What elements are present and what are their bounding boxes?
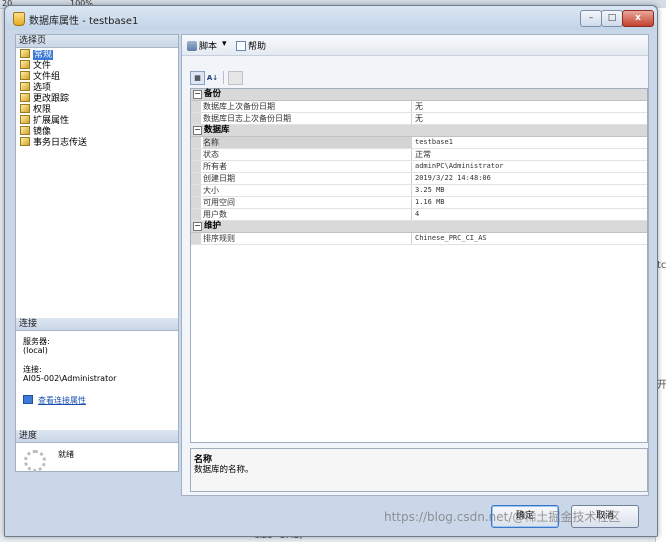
property-pages-icon[interactable] [228, 71, 243, 85]
property-name: 用户数 [203, 209, 412, 220]
script-icon [187, 41, 197, 51]
background-fragment: tc [657, 260, 666, 271]
page-item-options[interactable]: 选项 [20, 82, 178, 93]
property-value: testbase1 [415, 138, 453, 146]
property-name: 排序规则 [203, 233, 412, 244]
property-value: Chinese_PRC_CI_AS [415, 234, 487, 242]
property-name: 可用空间 [203, 197, 412, 208]
property-name: 数据库上次备份日期 [203, 101, 412, 112]
page-item-filegroups[interactable]: 文件组 [20, 71, 178, 82]
property-value: 2019/3/22 14:48:06 [415, 174, 491, 182]
property-row[interactable]: 创建日期 2019/3/22 14:48:06 [191, 173, 647, 185]
property-value: 3.25 MB [415, 186, 445, 194]
page-icon [20, 93, 30, 102]
property-name: 名称 [203, 137, 412, 148]
property-name: 数据库日志上次备份日期 [203, 113, 412, 124]
property-name: 所有者 [203, 161, 412, 172]
page-item-files[interactable]: 文件 [20, 60, 178, 71]
category-database[interactable]: − 数据库 [191, 125, 647, 137]
connection-header: 连接 [16, 318, 178, 331]
database-icon [13, 12, 25, 26]
page-icon [20, 71, 30, 80]
toolbar-divider [223, 71, 224, 84]
category-maintenance[interactable]: − 维护 [191, 221, 647, 233]
connection-value: AI05-002\Administrator [23, 374, 117, 383]
page-item-permissions[interactable]: 权限 [20, 104, 178, 115]
property-grid: − 备份 数据库上次备份日期无 数据库日志上次备份日期无 − 数据库 名称 testb… [190, 88, 648, 443]
property-value: 无 [415, 114, 423, 123]
help-button[interactable]: 帮助 [236, 39, 266, 52]
select-page-header: 选择页 [16, 35, 178, 48]
title-bar[interactable]: 数据库属性 - testbase1 – □ x [5, 6, 657, 30]
left-panel: 选择页 常规 文件 文件组 选项 更改跟踪 权限 扩展属性 镜像 事务日志传送 … [15, 34, 179, 472]
page-icon [20, 49, 30, 58]
connection-section: 连接 服务器: (local) 连接: AI05-002\Administrat… [16, 318, 178, 405]
maximize-button[interactable]: □ [601, 10, 623, 27]
page-icon [20, 126, 30, 135]
category-backup[interactable]: − 备份 [191, 89, 647, 101]
property-value: 4 [415, 210, 420, 218]
collapse-icon[interactable]: − [193, 126, 202, 135]
page-icon [20, 115, 30, 124]
page-item-change-tracking[interactable]: 更改跟踪 [20, 93, 178, 104]
page-icon [20, 60, 30, 69]
property-value: 无 [415, 102, 423, 111]
window-title: 数据库属性 - testbase1 [29, 16, 139, 27]
property-value: adminPC\Administrator [415, 162, 504, 170]
collapse-icon[interactable]: − [193, 222, 202, 231]
help-icon [236, 41, 246, 51]
progress-status: 就绪 [58, 450, 74, 459]
property-value: 1.16 MB [415, 198, 445, 206]
close-button[interactable]: x [622, 10, 654, 27]
progress-section: 进度 就绪 [16, 430, 178, 472]
property-row-selected[interactable]: 名称 testbase1 [191, 137, 647, 149]
server-value: (local) [23, 346, 48, 355]
description-panel: 名称 数据库的名称。 [190, 448, 648, 492]
property-row[interactable]: 可用空间 1.16 MB [191, 197, 647, 209]
database-properties-dialog: 数据库属性 - testbase1 – □ x 选择页 常规 文件 文件组 选项… [4, 5, 658, 537]
alphabetical-sort-icon[interactable]: A↓ [205, 71, 220, 85]
progress-spinner-icon [24, 450, 46, 472]
progress-header: 进度 [16, 430, 178, 443]
description-text: 数据库的名称。 [194, 465, 254, 475]
connection-label: 连接: [23, 365, 42, 374]
property-name: 大小 [203, 185, 412, 196]
page-icon [20, 82, 30, 91]
property-value: 正常 [415, 150, 431, 159]
connection-properties-icon [23, 395, 33, 404]
watermark: https://blog.csdn.net/@稀土掘金技术社区 [384, 510, 621, 524]
property-row[interactable]: 用户数 4 [191, 209, 647, 221]
view-connection-properties-link[interactable]: 查看连接属性 [23, 395, 178, 405]
page-icon [20, 104, 30, 113]
page-item-extended-properties[interactable]: 扩展属性 [20, 115, 178, 126]
right-panel: 脚本 ▾ 帮助 ▦ A↓ − 备份 数据库上次备份日期无 数据库日志上次备份日期无… [181, 34, 649, 496]
page-icon [20, 137, 30, 146]
property-name: 状态 [203, 149, 412, 160]
background-fragment: 开 [657, 380, 666, 391]
property-row[interactable]: 所有者 adminPC\Administrator [191, 161, 647, 173]
property-row[interactable]: 排序规则 Chinese_PRC_CI_AS [191, 233, 647, 245]
property-row[interactable]: 大小 3.25 MB [191, 185, 647, 197]
page-list: 常规 文件 文件组 选项 更改跟踪 权限 扩展属性 镜像 事务日志传送 [16, 48, 178, 148]
script-dropdown-icon[interactable]: ▾ [222, 39, 227, 49]
property-row[interactable]: 数据库上次备份日期无 [191, 101, 647, 113]
server-label: 服务器: [23, 337, 50, 346]
collapse-icon[interactable]: − [193, 90, 202, 99]
property-row[interactable]: 数据库日志上次备份日期无 [191, 113, 647, 125]
categorized-view-icon[interactable]: ▦ [190, 71, 205, 85]
page-item-log-shipping[interactable]: 事务日志传送 [20, 137, 178, 148]
toolbar: 脚本 ▾ 帮助 [182, 35, 648, 56]
script-button[interactable]: 脚本 [187, 39, 217, 52]
page-item-general[interactable]: 常规 [20, 49, 178, 60]
property-row[interactable]: 状态 正常 [191, 149, 647, 161]
minimize-button[interactable]: – [580, 10, 602, 27]
page-item-mirroring[interactable]: 镜像 [20, 126, 178, 137]
property-name: 创建日期 [203, 173, 412, 184]
